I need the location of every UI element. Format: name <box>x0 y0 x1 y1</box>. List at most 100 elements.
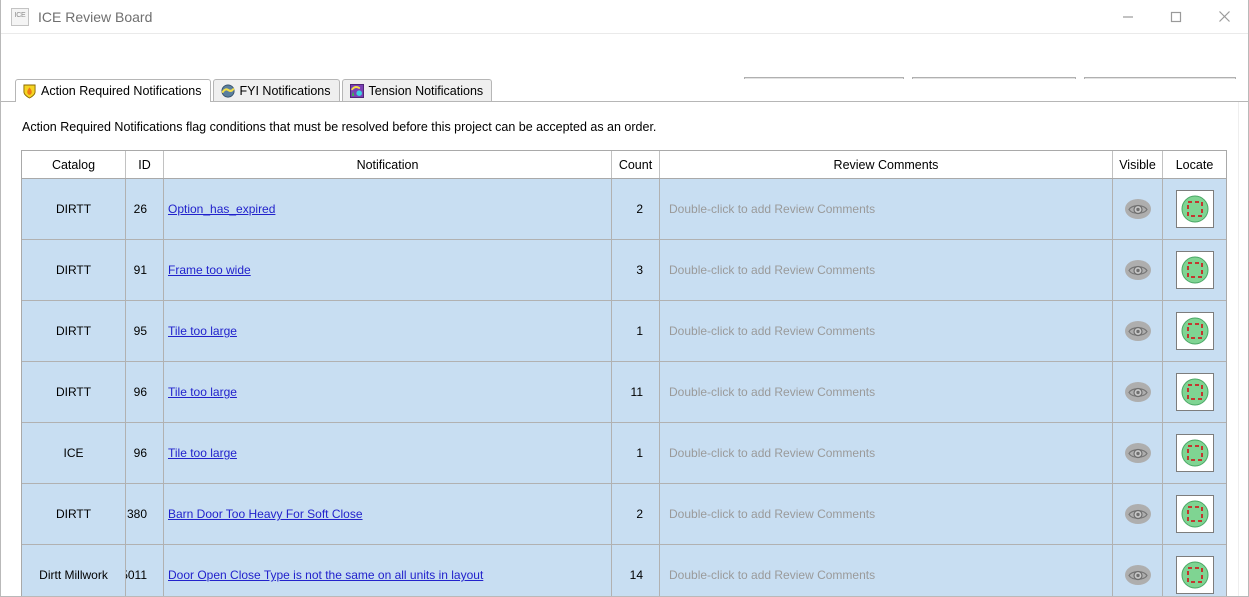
maximize-icon[interactable] <box>1152 0 1200 33</box>
cell-notification: Tile too large <box>164 423 612 483</box>
notification-link[interactable]: Tile too large <box>168 446 237 460</box>
column-header-count[interactable]: Count <box>612 151 660 178</box>
table-row[interactable]: ICE 96 Tile too large 1 Double-click to … <box>22 423 1226 484</box>
cell-id: 380 <box>126 484 164 544</box>
locate-button[interactable] <box>1175 556 1214 594</box>
cell-visible <box>1113 362 1163 422</box>
cell-notification: Barn Door Too Heavy For Soft Close <box>164 484 612 544</box>
cell-notification: Tile too large <box>164 301 612 361</box>
cell-notification: Tile too large <box>164 362 612 422</box>
locate-button[interactable] <box>1175 434 1214 472</box>
locate-target-icon <box>1181 317 1208 345</box>
cell-count: 1 <box>612 301 660 361</box>
notification-link[interactable]: Option_has_expired <box>168 202 275 216</box>
table-row[interactable]: DIRTT 95 Tile too large 1 Double-click t… <box>22 301 1226 362</box>
id-value: 96 <box>133 446 147 460</box>
locate-button[interactable] <box>1175 495 1214 533</box>
table-row[interactable]: DIRTT 26 Option_has_expired 2 Double-cli… <box>22 179 1226 240</box>
cell-count: 1 <box>612 423 660 483</box>
notification-link[interactable]: Tile too large <box>168 324 237 338</box>
count-value: 11 <box>630 385 643 399</box>
minimize-icon[interactable] <box>1104 0 1152 33</box>
column-header-id[interactable]: ID <box>126 151 164 178</box>
review-comments-placeholder: Double-click to add Review Comments <box>669 263 876 277</box>
visible-toggle[interactable] <box>1113 564 1162 586</box>
table-row[interactable]: Dirtt Millwork 5011 Door Open Close Type… <box>22 545 1226 596</box>
visible-toggle[interactable] <box>1113 381 1162 403</box>
catalog-value: DIRTT <box>55 507 92 521</box>
visible-toggle[interactable] <box>1113 198 1162 220</box>
cell-locate <box>1163 301 1226 361</box>
eye-icon <box>1124 321 1151 341</box>
tab-content-panel: Action Required Notifications flag condi… <box>1 102 1248 596</box>
locate-target-icon <box>1181 378 1208 406</box>
cell-count: 2 <box>612 179 660 239</box>
column-header-notification[interactable]: Notification <box>164 151 612 178</box>
id-value: 380 <box>126 507 147 521</box>
fyi-globe-icon <box>220 83 235 98</box>
id-value: 26 <box>133 202 147 216</box>
table-header-row: Catalog ID Notification Count Review Com… <box>22 151 1226 179</box>
column-header-review-comments[interactable]: Review Comments <box>660 151 1113 178</box>
count-value: 2 <box>636 202 643 216</box>
notification-link[interactable]: Barn Door Too Heavy For Soft Close <box>168 507 363 521</box>
cell-visible <box>1113 423 1163 483</box>
cell-id: 96 <box>126 423 164 483</box>
cell-visible <box>1113 301 1163 361</box>
catalog-value: Dirtt Millwork <box>39 568 108 582</box>
locate-button[interactable] <box>1175 190 1214 228</box>
notifications-table: Catalog ID Notification Count Review Com… <box>21 150 1227 596</box>
cell-review-comments[interactable]: Double-click to add Review Comments <box>660 545 1113 596</box>
close-icon[interactable] <box>1200 0 1248 33</box>
tab-strip: Action Required Notifications FYI Notifi… <box>1 79 1248 102</box>
tab-tension-notifications[interactable]: Tension Notifications <box>341 79 493 101</box>
notification-link[interactable]: Tile too large <box>168 385 237 399</box>
notification-link[interactable]: Door Open Close Type is not the same on … <box>168 568 483 582</box>
table-row[interactable]: DIRTT 96 Tile too large 11 Double-click … <box>22 362 1226 423</box>
cell-visible <box>1113 240 1163 300</box>
visible-toggle[interactable] <box>1113 259 1162 281</box>
locate-target-icon <box>1181 500 1208 528</box>
cell-review-comments[interactable]: Double-click to add Review Comments <box>660 301 1113 361</box>
visible-toggle[interactable] <box>1113 503 1162 525</box>
cell-locate <box>1163 362 1226 422</box>
count-value: 1 <box>636 446 643 460</box>
review-comments-placeholder: Double-click to add Review Comments <box>669 446 876 460</box>
catalog-value: DIRTT <box>55 202 92 216</box>
visible-toggle[interactable] <box>1113 442 1162 464</box>
locate-button[interactable] <box>1175 312 1214 350</box>
cell-notification: Frame too wide <box>164 240 612 300</box>
visible-toggle[interactable] <box>1113 320 1162 342</box>
count-value: 3 <box>636 263 643 277</box>
tab-action-required-notifications[interactable]: Action Required Notifications <box>15 79 211 102</box>
table-row[interactable]: DIRTT 91 Frame too wide 3 Double-click t… <box>22 240 1226 301</box>
locate-button[interactable] <box>1175 251 1214 289</box>
column-header-visible[interactable]: Visible <box>1113 151 1163 178</box>
cell-visible <box>1113 179 1163 239</box>
cell-catalog: DIRTT <box>22 240 126 300</box>
cell-locate <box>1163 423 1226 483</box>
app-icon: ICE <box>11 7 29 26</box>
notification-link[interactable]: Frame too wide <box>168 263 251 277</box>
eye-icon <box>1124 443 1151 463</box>
table-row[interactable]: DIRTT 380 Barn Door Too Heavy For Soft C… <box>22 484 1226 545</box>
tab-fyi-notifications[interactable]: FYI Notifications <box>212 79 340 101</box>
count-value: 2 <box>636 507 643 521</box>
cell-catalog: DIRTT <box>22 362 126 422</box>
cell-locate <box>1163 240 1226 300</box>
locate-button[interactable] <box>1175 373 1214 411</box>
cell-visible <box>1113 545 1163 596</box>
cell-review-comments[interactable]: Double-click to add Review Comments <box>660 484 1113 544</box>
cell-review-comments[interactable]: Double-click to add Review Comments <box>660 423 1113 483</box>
right-edge-strip <box>1238 102 1248 596</box>
column-header-locate[interactable]: Locate <box>1163 151 1226 178</box>
ice-review-board-window: ICE ICE Review Board 34 <box>0 0 1249 597</box>
tab-label: Tension Notifications <box>368 83 484 98</box>
cell-count: 14 <box>612 545 660 596</box>
cell-id: 95 <box>126 301 164 361</box>
cell-review-comments[interactable]: Double-click to add Review Comments <box>660 179 1113 239</box>
review-comments-placeholder: Double-click to add Review Comments <box>669 507 876 521</box>
cell-review-comments[interactable]: Double-click to add Review Comments <box>660 362 1113 422</box>
column-header-catalog[interactable]: Catalog <box>22 151 126 178</box>
cell-review-comments[interactable]: Double-click to add Review Comments <box>660 240 1113 300</box>
